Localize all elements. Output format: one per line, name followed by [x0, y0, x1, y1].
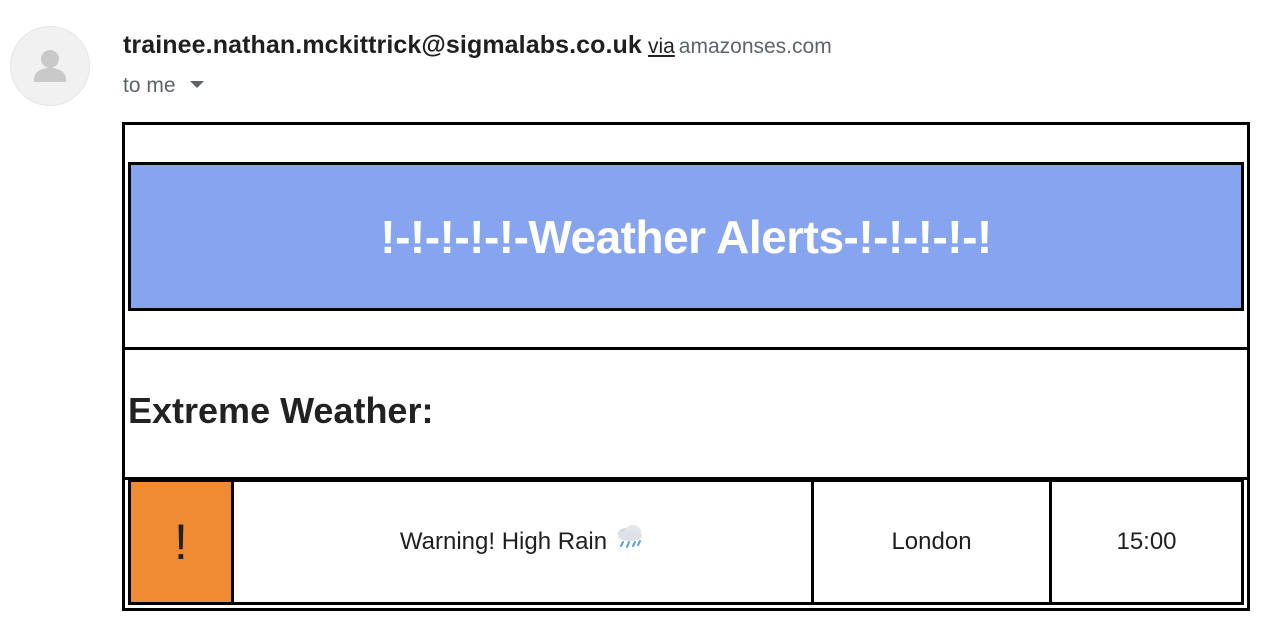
- sender-line: trainee.nathan.mckittrick@sigmalabs.co.u…: [123, 28, 832, 66]
- alert-severity-cell: !: [131, 482, 231, 602]
- alert-banner: !-!-!-!-!-Weather Alerts-!-!-!-!-!: [128, 162, 1244, 311]
- email-body-table: !-!-!-!-!-Weather Alerts-!-!-!-!-! Extre…: [122, 122, 1250, 611]
- alert-time: 15:00: [1116, 528, 1177, 555]
- table-divider: [125, 347, 1247, 350]
- alert-time-cell: 15:00: [1049, 482, 1241, 602]
- chevron-down-icon[interactable]: [189, 80, 204, 88]
- alert-message: Warning! High Rain: [399, 528, 608, 555]
- alert-message-cell: Warning! High Rain: [231, 482, 811, 602]
- email-view: trainee.nathan.mckittrick@sigmalabs.co.u…: [0, 0, 1272, 638]
- via-domain: amazonses.com: [678, 35, 832, 58]
- sender-avatar[interactable]: [10, 26, 90, 106]
- alert-location: London: [891, 528, 972, 555]
- section-heading: Extreme Weather:: [128, 390, 434, 431]
- rain-cloud-icon: [615, 524, 645, 557]
- via-link[interactable]: via: [648, 35, 675, 58]
- recipient-label: to me: [123, 74, 176, 97]
- alert-row: ! Warning! High Rain London 15:00: [128, 479, 1244, 605]
- sender-email[interactable]: trainee.nathan.mckittrick@sigmalabs.co.u…: [123, 31, 642, 59]
- person-icon: [34, 50, 66, 82]
- alert-location-cell: London: [811, 482, 1049, 602]
- exclamation-icon: !: [174, 514, 188, 570]
- banner-title: !-!-!-!-!-Weather Alerts-!-!-!-!-!: [380, 210, 992, 263]
- recipient-details-toggle[interactable]: to me: [123, 71, 204, 101]
